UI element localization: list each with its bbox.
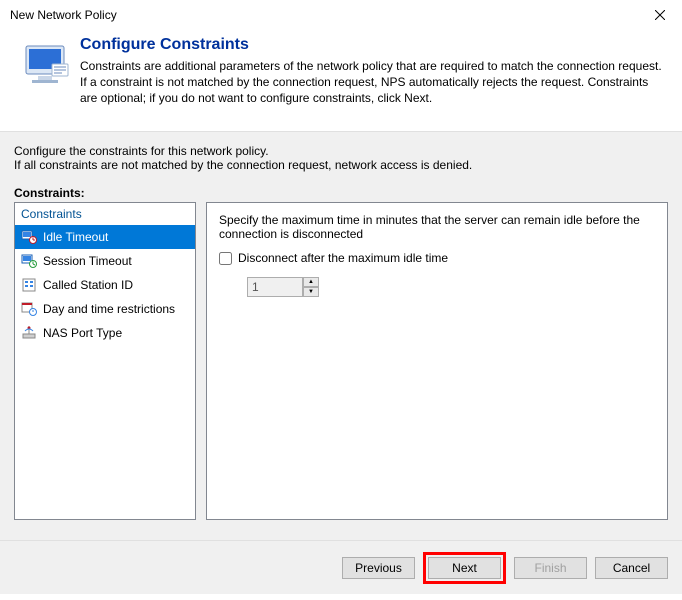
constraint-item-label: Session Timeout [43,254,132,268]
calendar-clock-icon [21,301,37,317]
header-description: Constraints are additional parameters of… [80,58,668,107]
nas-port-icon [21,325,37,341]
idle-time-spinner: ▲ ▼ [247,277,655,297]
titlebar: New Network Policy [0,0,682,30]
wizard-header: Configure Constraints Constraints are ad… [0,30,682,132]
close-button[interactable] [637,0,682,30]
cancel-button[interactable]: Cancel [595,557,668,579]
constraints-listbox[interactable]: Constraints Idle Timeout Session Timeout… [14,202,196,520]
called-station-icon [21,277,37,293]
header-text: Configure Constraints Constraints are ad… [80,36,668,119]
constraint-item-session-timeout[interactable]: Session Timeout [15,249,195,273]
instruction-line-2: If all constraints are not matched by th… [14,158,668,172]
constraint-item-label: Idle Timeout [43,230,108,244]
header-heading: Configure Constraints [80,36,668,54]
constraint-item-idle-timeout[interactable]: Idle Timeout [15,225,195,249]
idle-timeout-icon [21,229,37,245]
constraint-item-label: NAS Port Type [43,326,122,340]
constraint-item-nas-port-type[interactable]: NAS Port Type [15,321,195,345]
header-icon-container [14,36,80,119]
constraint-item-day-time[interactable]: Day and time restrictions [15,297,195,321]
constraints-list-header: Constraints [15,203,195,225]
wizard-footer: Previous Next Finish Cancel [0,540,682,594]
disconnect-checkbox-label: Disconnect after the maximum idle time [238,251,448,265]
spinner-up-button[interactable]: ▲ [303,277,319,287]
constraint-item-called-station-id[interactable]: Called Station ID [15,273,195,297]
constraints-label: Constraints: [14,186,668,200]
previous-button[interactable]: Previous [342,557,415,579]
constraint-item-label: Day and time restrictions [43,302,175,316]
next-button-highlight: Next [423,552,506,584]
detail-description: Specify the maximum time in minutes that… [219,213,655,241]
wizard-body: Configure the constraints for this netwo… [0,132,682,520]
disconnect-checkbox[interactable] [219,252,232,265]
window-title: New Network Policy [10,8,637,22]
policy-monitor-icon [22,40,72,90]
constraint-item-label: Called Station ID [43,278,133,292]
spinner-down-button[interactable]: ▼ [303,287,319,297]
next-button[interactable]: Next [428,557,501,579]
session-timeout-icon [21,253,37,269]
close-icon [655,10,665,20]
idle-time-input[interactable] [247,277,303,297]
constraint-detail-pane: Specify the maximum time in minutes that… [206,202,668,520]
instruction-line-1: Configure the constraints for this netwo… [14,144,668,158]
finish-button: Finish [514,557,587,579]
